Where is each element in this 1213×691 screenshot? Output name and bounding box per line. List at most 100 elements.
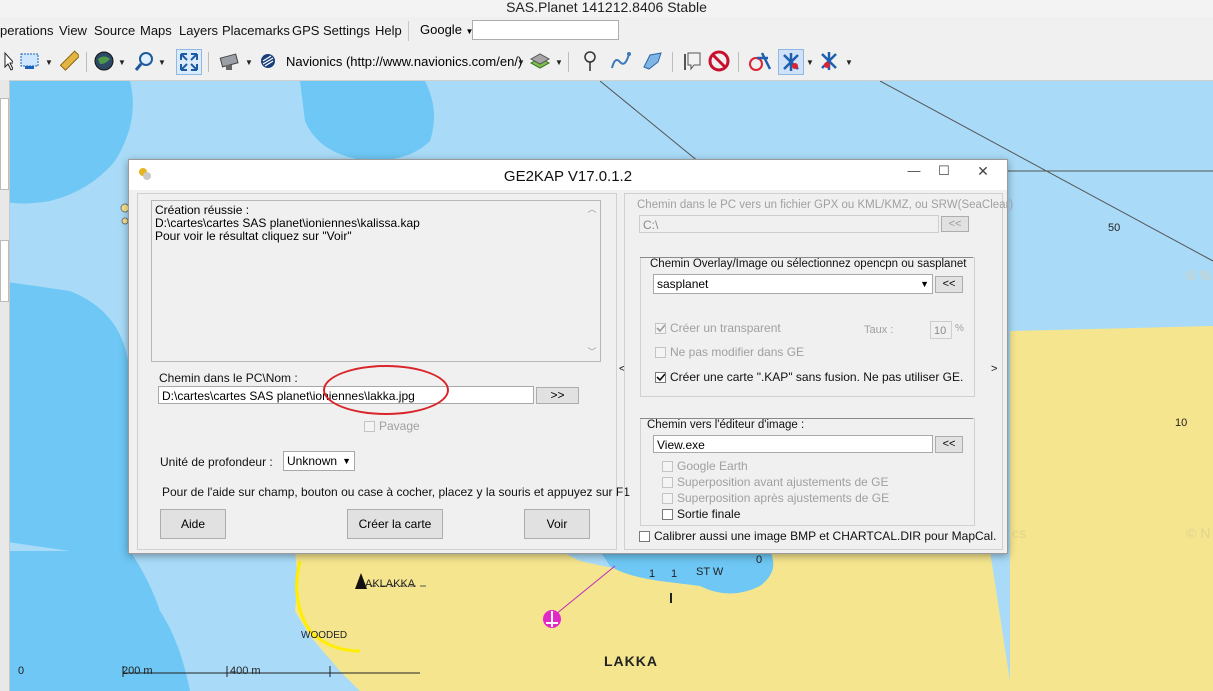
depth-unit-value: Unknown [287,454,338,468]
overlay-before-label: Superposition avant ajustements de GE [677,475,889,489]
toolbar-separator [672,52,673,72]
menu-help[interactable]: Help [375,23,402,38]
chevron-down-icon[interactable]: ▼ [118,58,126,67]
toolbar-separator [86,52,87,72]
editor-browse-button[interactable]: << [935,436,963,453]
chevron-down-icon[interactable]: ▼ [806,58,814,67]
map-watermark: cs [1012,525,1026,541]
gpx-browse-button[interactable]: << [941,216,969,232]
toolbar: ▼ ▼ ▼ ▼ Navionics (http://www.navionics.… [0,44,1213,81]
chevron-down-icon[interactable]: ▼ [158,58,166,67]
chevron-down-icon: ▼ [342,456,351,466]
maximize-icon[interactable]: ☐ [929,160,959,182]
fullscreen-icon[interactable] [176,49,202,75]
calibrate-checkbox[interactable] [639,531,650,542]
transparent-checkbox[interactable] [655,323,666,334]
chevron-down-icon[interactable]: ▼ [517,58,525,67]
overlay-value: sasplanet [657,277,709,291]
path-tool-icon[interactable] [608,49,632,73]
ruler-icon[interactable] [56,49,80,73]
chevron-down-icon[interactable]: ▼ [245,58,253,67]
gpx-path-label: Chemin dans le PC vers un fichier GPX ou… [637,199,1014,211]
taux-input[interactable]: 10 [930,321,952,339]
selection-tool-icon[interactable] [18,49,42,73]
scale-label-200: 200 m [122,665,153,677]
overlay-select[interactable]: sasplanet ▼ [653,274,933,294]
menu-operations[interactable]: perations [0,23,53,38]
gps-follow-icon[interactable] [778,49,804,75]
map-source-icon [256,49,280,73]
editor-path-input[interactable]: View.exe [653,435,933,453]
map-watermark: © N [1186,525,1211,541]
zoom-slider-track[interactable] [0,98,9,190]
menu-maps[interactable]: Maps [140,23,172,38]
chevron-down-icon[interactable]: ▼ [845,58,853,67]
menu-gps[interactable]: GPS [292,23,319,38]
menu-placemarks[interactable]: Placemarks [222,23,290,38]
kap-label: Créer une carte ".KAP" sans fusion. Ne p… [670,370,964,384]
depth-label-50: 50 [1108,222,1121,234]
map-label-lakka-light: AKLAKKA [365,578,416,590]
help-text: Pour de l'aide sur champ, bouton ou case… [162,485,630,499]
voir-button[interactable]: Voir [524,509,590,539]
google-earth-label: Google Earth [677,459,748,473]
transparent-label: Créer un transparent [670,321,781,335]
create-map-button[interactable]: Créer la carte [347,509,443,539]
placemark-pin-icon[interactable] [578,49,602,73]
zoom-icon[interactable] [132,49,156,73]
log-line: Pour voir le résultat cliquez sur "Voir" [155,229,352,243]
overlay-after-checkbox[interactable] [662,493,673,504]
taux-label: Taux : [864,324,894,336]
editor-group-label: Chemin vers l'éditeur d'image : [644,419,808,431]
no-entry-icon[interactable] [707,49,731,73]
overlay-group-label: Chemin Overlay/Image ou sélectionnez ope… [647,258,970,270]
map-source-label[interactable]: Navionics (http://www.navionics.com/en/) [286,54,522,69]
pavage-checkbox[interactable] [364,421,375,432]
globe-icon[interactable] [92,49,116,73]
menu-settings[interactable]: Settings [323,23,370,38]
scroll-down-icon[interactable]: ﹀ [584,346,600,359]
log-scrollbar[interactable]: ︿ ﹀ [584,201,600,361]
browse-button[interactable]: >> [536,387,579,404]
result-log[interactable]: Création réussie : D:\cartes\cartes SAS … [151,200,601,362]
menu-view[interactable]: View [59,23,87,38]
aide-button[interactable]: Aide [160,509,226,539]
dialog-titlebar[interactable]: GE2KAP V17.0.1.2 — ☐ ✕ [129,160,1007,190]
minimize-icon[interactable]: — [899,160,929,182]
select-cursor-icon[interactable] [0,49,16,73]
menu-source[interactable]: Source [94,23,135,38]
calibrate-label: Calibrer aussi une image BMP et CHARTCAL… [654,529,997,543]
placemark-list-icon[interactable] [680,49,704,73]
ge2kap-dialog: GE2KAP V17.0.1.2 — ☐ ✕ Création réussie … [128,159,1013,554]
scroll-up-icon[interactable]: ︿ [584,203,600,216]
path-label: Chemin dans le PC\Nom : [159,371,298,385]
no-modify-checkbox[interactable] [655,347,666,358]
zoom-slider-bar[interactable] [0,240,9,302]
depth-unit-select[interactable]: Unknown ▼ [283,451,355,471]
polygon-tool-icon[interactable] [640,49,664,73]
gps-target-icon[interactable] [748,49,772,73]
chevron-down-icon[interactable]: ▼ [555,58,563,67]
overlay-after-label: Superposition après ajustements de GE [677,491,890,505]
google-earth-checkbox[interactable] [662,461,673,472]
search-input[interactable] [472,20,619,40]
satellite-icon[interactable] [218,49,242,73]
close-icon[interactable]: ✕ [960,160,1006,182]
menu-separator [408,21,409,41]
search-provider-dropdown[interactable]: Google ▼ [414,20,474,40]
dialog-title: GE2KAP V17.0.1.2 [503,168,633,185]
taux-unit: % [955,323,964,334]
layers-icon[interactable] [528,49,552,73]
gpx-path-input[interactable]: C:\ [639,215,939,233]
final-output-checkbox[interactable] [662,509,673,520]
window-titlebar: SAS.Planet 141212.8406 Stable [0,0,1213,17]
map-label-lakka-town: LAKKA [604,653,658,669]
collapse-right-button[interactable]: > [991,363,997,375]
kap-checkbox[interactable] [655,372,666,383]
overlay-browse-button[interactable]: << [935,276,963,293]
gps-track-icon[interactable] [817,49,841,73]
menu-layers[interactable]: Layers [179,23,218,38]
chevron-down-icon[interactable]: ▼ [45,58,53,67]
scale-label-400: 400 m [230,665,261,677]
overlay-before-checkbox[interactable] [662,477,673,488]
